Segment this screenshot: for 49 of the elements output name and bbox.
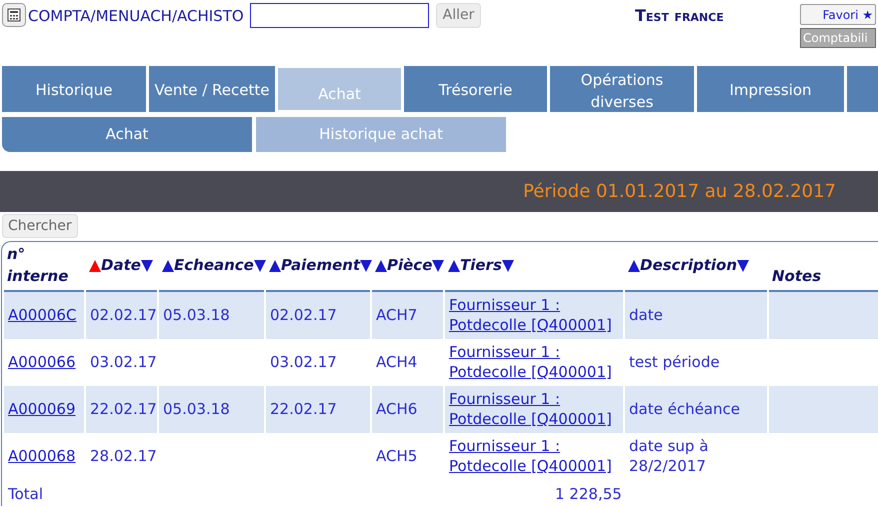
favorite-button[interactable]: Favori ★ xyxy=(800,4,876,25)
company-name: Test france xyxy=(635,5,724,27)
entry-link[interactable]: A000066 xyxy=(8,352,76,371)
table-cell-text: ACH5 xyxy=(375,446,418,467)
sort-up-icon[interactable] xyxy=(375,260,387,272)
menu-tab[interactable]: Trésorerie xyxy=(404,66,547,112)
go-button[interactable]: Aller xyxy=(436,3,482,28)
sort-up-icon[interactable] xyxy=(628,260,640,272)
table-cell: 05.03.18 xyxy=(159,386,264,432)
table-cell-text: ACH4 xyxy=(375,352,418,373)
menu-tab[interactable]: Opérations diverses xyxy=(550,66,694,112)
entry-link[interactable]: A000068 xyxy=(8,446,76,465)
total-value: 1 228,55 xyxy=(554,484,623,504)
table-cell-text: 03.02.17 xyxy=(269,352,338,373)
table-cell: ACH7 xyxy=(372,292,443,338)
search-button[interactable]: Chercher xyxy=(2,214,78,238)
calculator-button[interactable] xyxy=(2,3,26,27)
table-cell: 02.02.17 xyxy=(266,292,370,338)
table-cell-text: 28.02.17 xyxy=(89,446,157,467)
sort-up-icon[interactable] xyxy=(448,260,460,272)
sort-up-icon[interactable] xyxy=(269,260,281,272)
table-cell: ACH6 xyxy=(372,386,443,432)
calculator-icon xyxy=(7,8,21,22)
total-label: Total xyxy=(7,484,44,504)
table-cell: date xyxy=(625,292,767,338)
table-cell: 22.02.17 xyxy=(266,386,370,432)
sort-down-icon[interactable] xyxy=(140,260,153,272)
sub-tab[interactable]: Achat xyxy=(2,117,252,152)
supplier-link[interactable]: Fournisseur 1 : Potdecolle [Q400001] xyxy=(449,436,619,476)
sort-up-icon[interactable] xyxy=(162,260,174,272)
search-field[interactable] xyxy=(250,3,429,28)
table-cell-text: date sup à 28/2/2017 xyxy=(628,436,710,477)
supplier-link[interactable]: Fournisseur 1 : Potdecolle [Q400001] xyxy=(449,342,619,382)
period-title: Période 01.01.2017 au 28.02.2017 xyxy=(523,180,836,204)
table-cell: date échéance xyxy=(625,386,767,432)
menu-tab[interactable]: Impression xyxy=(697,66,844,112)
table-cell: 05.03.18 xyxy=(159,292,264,338)
table-cell: 22.02.17 xyxy=(86,386,157,432)
menu-tab[interactable]: Historique xyxy=(2,66,146,112)
sort-down-icon[interactable] xyxy=(254,260,266,272)
table-cell: 02.02.17 xyxy=(86,292,157,338)
page-path: COMPTA/MENUACH/ACHISTO xyxy=(28,6,244,27)
table-cell-text: test période xyxy=(628,352,721,373)
menu-tab[interactable]: Vente / Recette xyxy=(149,66,275,112)
sort-down-icon[interactable] xyxy=(502,260,514,272)
sort-down-icon[interactable] xyxy=(737,260,750,272)
sort-down-icon[interactable] xyxy=(360,260,372,272)
table-cell-text: 03.02.17 xyxy=(89,352,157,373)
sort-down-icon[interactable] xyxy=(432,260,444,272)
